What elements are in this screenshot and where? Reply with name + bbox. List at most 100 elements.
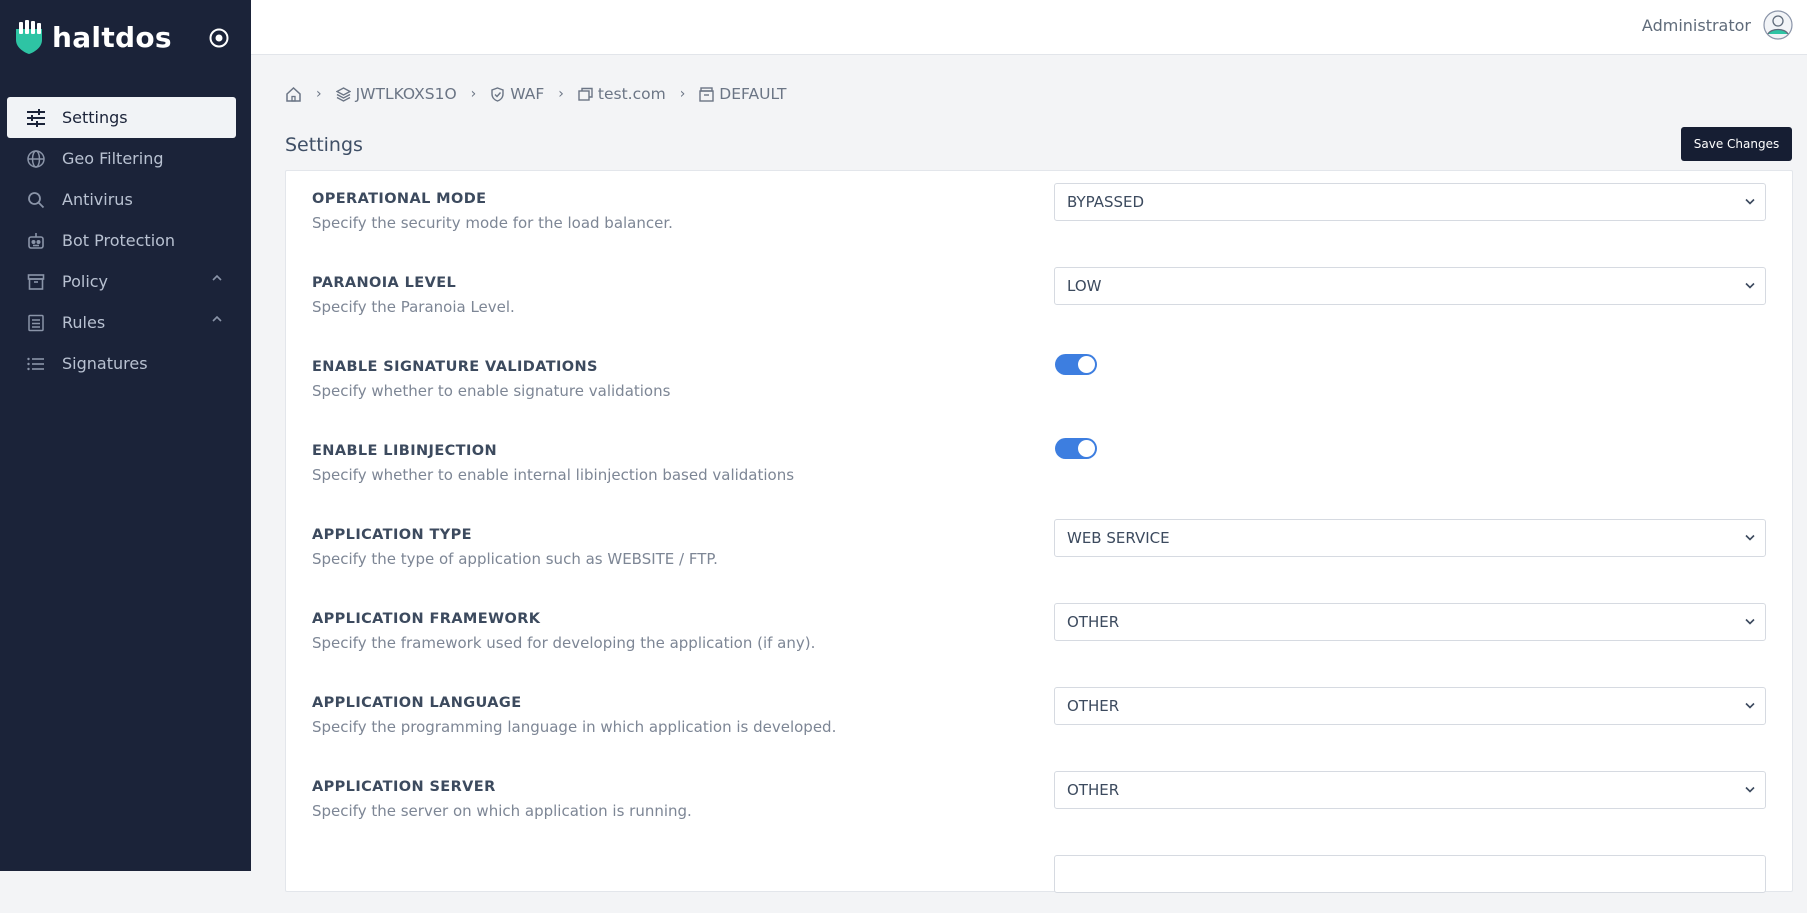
globe-icon <box>25 148 47 170</box>
select-value: BYPASSED <box>1067 193 1145 211</box>
breadcrumb-label: DEFAULT <box>719 85 787 103</box>
breadcrumb-separator: › <box>679 86 686 102</box>
setting-row-libinjection: ENABLE LIBINJECTION Specify whether to e… <box>312 423 1768 493</box>
breadcrumb-label: WAF <box>510 85 545 103</box>
chevron-down-icon <box>1745 198 1755 205</box>
chevron-up-icon[interactable] <box>212 315 222 323</box>
operational-mode-select[interactable]: BYPASSED <box>1054 183 1766 221</box>
application-language-select[interactable]: OTHER <box>1054 687 1766 725</box>
breadcrumb-item-waf[interactable]: WAF <box>490 85 544 103</box>
sidebar-item-antivirus[interactable]: Antivirus <box>7 179 236 220</box>
setting-description: Specify the programming language in whic… <box>312 718 837 736</box>
chevron-down-icon <box>1745 786 1755 793</box>
toggle-knob <box>1078 356 1095 373</box>
setting-row-application-type: APPLICATION TYPE Specify the type of app… <box>312 507 1768 577</box>
select-value: LOW <box>1067 277 1102 295</box>
list-icon <box>25 353 47 375</box>
sidebar-item-label: Antivirus <box>62 190 133 209</box>
sidebar-item-label: Bot Protection <box>62 231 176 250</box>
breadcrumb: › JWTLKOXS1O › WAF › test.com › DEFAULT <box>285 82 786 106</box>
user-menu[interactable]: Administrator <box>1642 10 1793 40</box>
select-value: OTHER <box>1067 781 1120 799</box>
sidebar-item-label: Policy <box>62 272 109 291</box>
save-changes-button[interactable]: Save Changes <box>1681 127 1792 161</box>
libinjection-toggle[interactable] <box>1055 438 1097 459</box>
application-framework-select[interactable]: OTHER <box>1054 603 1766 641</box>
paranoia-level-select[interactable]: LOW <box>1054 267 1766 305</box>
user-name: Administrator <box>1641 15 1751 35</box>
setting-row-application-language: APPLICATION LANGUAGE Specify the program… <box>312 675 1768 745</box>
chevron-down-icon <box>1745 702 1755 709</box>
sliders-icon <box>25 107 47 129</box>
setting-description: Specify the Paranoia Level. <box>312 298 515 316</box>
archive-icon <box>25 271 47 293</box>
setting-description: Specify whether to enable signature vali… <box>312 382 671 400</box>
layers-icon <box>335 86 351 102</box>
setting-description: Specify the framework used for developin… <box>312 634 816 652</box>
breadcrumb-separator: › <box>316 86 322 102</box>
breadcrumb-item-cluster[interactable]: JWTLKOXS1O <box>335 85 457 103</box>
archive-icon <box>699 86 714 102</box>
setting-title: PARANOIA LEVEL <box>312 275 457 291</box>
application-type-select[interactable]: WEB SERVICE <box>1054 519 1766 557</box>
setting-description: Specify whether to enable internal libin… <box>312 466 795 484</box>
breadcrumb-label: test.com <box>597 85 666 103</box>
breadcrumb-label: JWTLKOXS1O <box>355 85 457 103</box>
setting-row-paranoia-level: PARANOIA LEVEL Specify the Paranoia Leve… <box>312 255 1768 325</box>
breadcrumb-item-policy[interactable]: DEFAULT <box>699 85 786 103</box>
haltdos-logo-icon <box>16 20 42 54</box>
setting-title: APPLICATION TYPE <box>312 527 472 543</box>
brand-logo[interactable]: haltdos <box>14 20 172 54</box>
setting-description: Specify the security mode for the load b… <box>312 214 673 232</box>
avatar[interactable] <box>1763 10 1793 40</box>
home-icon[interactable] <box>285 86 302 103</box>
robot-icon <box>25 230 47 252</box>
page-title: Settings <box>285 134 363 156</box>
setting-title: OPERATIONAL MODE <box>312 191 487 207</box>
sidebar-item-settings[interactable]: Settings <box>7 97 236 138</box>
toggle-knob <box>1078 440 1095 457</box>
select-value: WEB SERVICE <box>1067 529 1170 547</box>
setting-title: ENABLE LIBINJECTION <box>312 443 498 459</box>
list-box-icon <box>25 312 47 334</box>
sidebar-item-geo-filtering[interactable]: Geo Filtering <box>7 138 236 179</box>
chevron-up-icon[interactable] <box>212 274 222 282</box>
setting-title: APPLICATION FRAMEWORK <box>312 611 541 627</box>
signature-validations-toggle[interactable] <box>1055 354 1097 375</box>
setting-row-next <box>312 843 1768 913</box>
breadcrumb-item-domain[interactable]: test.com <box>578 85 666 103</box>
setting-row-application-server: APPLICATION SERVER Specify the server on… <box>312 759 1768 829</box>
next-setting-select[interactable] <box>1054 855 1766 893</box>
breadcrumb-separator: › <box>558 86 564 102</box>
sidebar-item-signatures[interactable]: Signatures <box>7 343 236 384</box>
sidebar-nav: Settings Geo Filtering Antivirus Bot Pro… <box>7 97 236 384</box>
window-icon <box>578 87 593 101</box>
shield-icon <box>491 86 504 102</box>
sidebar-item-bot-protection[interactable]: Bot Protection <box>7 220 236 261</box>
setting-title: APPLICATION SERVER <box>312 779 496 795</box>
setting-row-application-framework: APPLICATION FRAMEWORK Specify the framew… <box>312 591 1768 661</box>
sidebar-item-label: Signatures <box>62 354 148 373</box>
setting-row-signature-validations: ENABLE SIGNATURE VALIDATIONS Specify whe… <box>312 339 1768 409</box>
breadcrumb-separator: › <box>470 86 477 102</box>
search-icon <box>25 189 47 211</box>
setting-description: Specify the server on which application … <box>312 802 692 820</box>
top-bar: Administrator <box>251 0 1807 55</box>
select-value: OTHER <box>1067 697 1120 715</box>
sidebar-item-label: Geo Filtering <box>62 149 164 168</box>
setting-title: APPLICATION LANGUAGE <box>312 695 522 711</box>
setting-title: ENABLE SIGNATURE VALIDATIONS <box>312 359 598 375</box>
brand-name: haltdos <box>52 20 172 54</box>
sidebar-item-rules[interactable]: Rules <box>7 302 236 343</box>
setting-row-operational-mode: OPERATIONAL MODE Specify the security mo… <box>312 171 1768 241</box>
sidebar: haltdos Settings Geo Filtering Antivirus… <box>0 0 251 871</box>
sidebar-toggle-icon[interactable] <box>208 27 230 49</box>
sidebar-item-policy[interactable]: Policy <box>7 261 236 302</box>
setting-description: Specify the type of application such as … <box>312 550 718 568</box>
select-value: OTHER <box>1067 613 1120 631</box>
sidebar-item-label: Settings <box>62 108 128 127</box>
chevron-down-icon <box>1745 618 1755 625</box>
sidebar-item-label: Rules <box>62 313 106 332</box>
chevron-down-icon <box>1745 534 1755 541</box>
application-server-select[interactable]: OTHER <box>1054 771 1766 809</box>
